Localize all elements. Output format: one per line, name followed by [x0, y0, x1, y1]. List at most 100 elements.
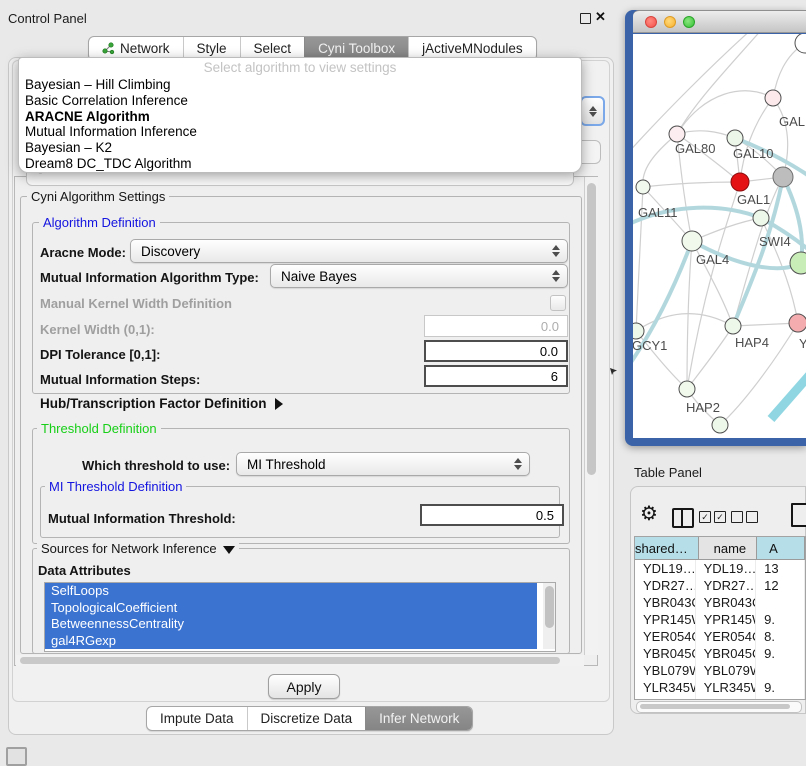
- mi-type-combo[interactable]: Naive Bayes: [270, 264, 568, 288]
- attributes-scrollbar[interactable]: [543, 583, 555, 649]
- network-node-gal80[interactable]: [669, 126, 685, 142]
- attributes-scrollbar-thumb[interactable]: [545, 586, 554, 628]
- network-canvas[interactable]: GALGAL80GAL10GAL1GAL11SWI4GAL4GCY1HAP4YH…: [633, 34, 806, 438]
- network-nodes: GALGAL80GAL10GAL1GAL11SWI4GAL4GCY1HAP4YH…: [633, 34, 806, 433]
- network-node-gal1[interactable]: [731, 173, 749, 191]
- column-header-name[interactable]: name: [699, 537, 757, 559]
- table-row[interactable]: YBR043C YBR043C: [635, 594, 805, 611]
- node-table: shared… name A YDL19… YDL19… 13 YDR27… Y…: [634, 536, 806, 700]
- network-canvas-container[interactable]: GALGAL80GAL10GAL1GAL11SWI4GAL4GCY1HAP4YH…: [633, 34, 806, 438]
- aracne-mode-value: Discovery: [141, 244, 200, 259]
- table-row[interactable]: YLR345W YLR345W 9.: [635, 679, 805, 696]
- node-label: GAL11: [638, 205, 678, 220]
- network-node-hap4[interactable]: [725, 318, 741, 334]
- attribute-item[interactable]: BetweennessCentrality: [45, 616, 537, 633]
- dpi-tolerance-label: DPI Tolerance [0,1]:: [40, 347, 160, 362]
- table-row[interactable]: YPR145W YPR145W 9.: [635, 611, 805, 628]
- node-label: HAP2: [686, 400, 720, 415]
- table-row[interactable]: YIL052C YIL052C 9: [635, 696, 805, 700]
- network-node-hap2[interactable]: [679, 381, 695, 397]
- gear-icon[interactable]: ⚙: [640, 504, 658, 524]
- network-node-gal11[interactable]: [636, 180, 650, 194]
- unchecked-checkbox-icon[interactable]: [746, 511, 758, 523]
- algorithm-option[interactable]: Basic Correlation Inference: [19, 93, 581, 109]
- mi-threshold-label: Mutual Information Threshold:: [48, 511, 236, 526]
- apply-button[interactable]: Apply: [268, 674, 340, 699]
- network-node-gal4[interactable]: [682, 231, 702, 251]
- vertical-scrollbar-thumb[interactable]: [587, 183, 596, 475]
- dpi-tolerance-field[interactable]: 0.0: [424, 340, 568, 362]
- algorithm-option[interactable]: Bayesian – Hill Climbing: [19, 77, 581, 93]
- tab-impute-data[interactable]: Impute Data: [147, 707, 247, 730]
- sources-title[interactable]: Sources for Network Inference: [37, 541, 239, 556]
- algorithm-definition-title: Algorithm Definition: [39, 215, 160, 230]
- network-node[interactable]: [712, 417, 728, 433]
- cyni-group-title: Cyni Algorithm Settings: [27, 189, 169, 204]
- unchecked-checkbox-icon[interactable]: [731, 511, 743, 523]
- stepper-down-icon: [589, 112, 597, 117]
- cyni-bottom-tabbar: Impute Data Discretize Data Infer Networ…: [146, 706, 473, 731]
- which-threshold-combo[interactable]: MI Threshold: [236, 452, 530, 476]
- table-row[interactable]: YDR27… YDR27… 12: [635, 577, 805, 594]
- network-node-gal[interactable]: [765, 90, 781, 106]
- algorithm-option[interactable]: ARACNE Algorithm: [19, 109, 581, 125]
- control-panel-title: Control Panel: [8, 11, 87, 26]
- algorithm-option[interactable]: Mutual Information Inference: [19, 124, 581, 140]
- table-scrollbar-thumb[interactable]: [640, 704, 790, 710]
- network-node[interactable]: [773, 167, 793, 187]
- stepper-up-icon: [589, 106, 597, 111]
- node-label: Y: [799, 336, 806, 351]
- checked-checkbox-icon[interactable]: ✓: [714, 511, 726, 523]
- minimize-traffic-light[interactable]: [664, 16, 676, 28]
- network-combo-fragment[interactable]: [580, 140, 601, 164]
- table-row[interactable]: YDL19… YDL19… 13: [635, 560, 805, 577]
- zoom-traffic-light[interactable]: [683, 16, 695, 28]
- aracne-mode-label: Aracne Mode:: [40, 245, 126, 260]
- table-horizontal-scrollbar[interactable]: [636, 701, 802, 713]
- tab-infer-network[interactable]: Infer Network: [365, 707, 472, 730]
- document-icon[interactable]: [791, 503, 806, 527]
- horizontal-scrollbar-thumb[interactable]: [20, 657, 560, 664]
- mi-steps-field[interactable]: 6: [424, 365, 568, 387]
- kernel-width-field[interactable]: 0.0: [424, 315, 568, 337]
- table-body: YDL19… YDL19… 13 YDR27… YDR27… 12 YBR043…: [635, 560, 805, 700]
- network-node-swi4[interactable]: [753, 210, 769, 226]
- manual-kernel-label: Manual Kernel Width Definition: [40, 296, 232, 311]
- column-header-partial[interactable]: A: [757, 537, 805, 559]
- attribute-item[interactable]: SelfLoops: [45, 583, 537, 600]
- mouse-cursor: [609, 367, 618, 376]
- threshold-definition-title: Threshold Definition: [37, 421, 161, 436]
- checked-checkbox-icon[interactable]: ✓: [699, 511, 711, 523]
- network-node-y[interactable]: [789, 314, 806, 332]
- manual-kernel-checkbox[interactable]: [550, 295, 566, 311]
- network-node-gal10[interactable]: [727, 130, 743, 146]
- close-icon[interactable]: ✕: [595, 9, 606, 25]
- algorithm-option[interactable]: Bayesian – K2: [19, 140, 581, 156]
- horizontal-scrollbar[interactable]: [16, 655, 584, 666]
- floating-handle[interactable]: [6, 747, 27, 766]
- network-window-titlebar[interactable]: [633, 10, 806, 33]
- network-view-window: GALGAL80GAL10GAL1GAL11SWI4GAL4GCY1HAP4YH…: [625, 10, 806, 446]
- algorithm-option[interactable]: Dream8 DC_TDC Algorithm: [19, 156, 581, 172]
- mi-threshold-field[interactable]: 0.5: [420, 504, 564, 526]
- vertical-scrollbar[interactable]: [584, 177, 598, 655]
- aracne-mode-combo[interactable]: Discovery: [130, 239, 568, 263]
- which-threshold-label: Which threshold to use:: [82, 458, 230, 473]
- table-row[interactable]: YER054C YER054C 8.: [635, 628, 805, 645]
- node-label: GAL80: [675, 141, 715, 156]
- attribute-item[interactable]: gal4RGexp: [45, 633, 537, 650]
- table-row[interactable]: YBL079W YBL079W: [635, 662, 805, 679]
- table-row[interactable]: YBR045C YBR045C 9.: [635, 645, 805, 662]
- column-header-shared-name[interactable]: shared…: [635, 537, 699, 559]
- algorithm-combo-stepper[interactable]: [580, 96, 605, 126]
- tab-discretize-data[interactable]: Discretize Data: [247, 707, 366, 730]
- network-node-gcy1[interactable]: [633, 323, 644, 339]
- float-window-icon[interactable]: [580, 13, 591, 24]
- close-traffic-light[interactable]: [645, 16, 657, 28]
- attribute-item[interactable]: TopologicalCoefficient: [45, 600, 537, 617]
- split-view-icon[interactable]: [672, 508, 694, 528]
- mi-type-value: Naive Bayes: [281, 269, 357, 284]
- network-node[interactable]: [790, 252, 806, 274]
- network-edge-highlighted: [771, 362, 806, 419]
- hub-definition-expander[interactable]: Hub/Transcription Factor Definition: [40, 396, 283, 411]
